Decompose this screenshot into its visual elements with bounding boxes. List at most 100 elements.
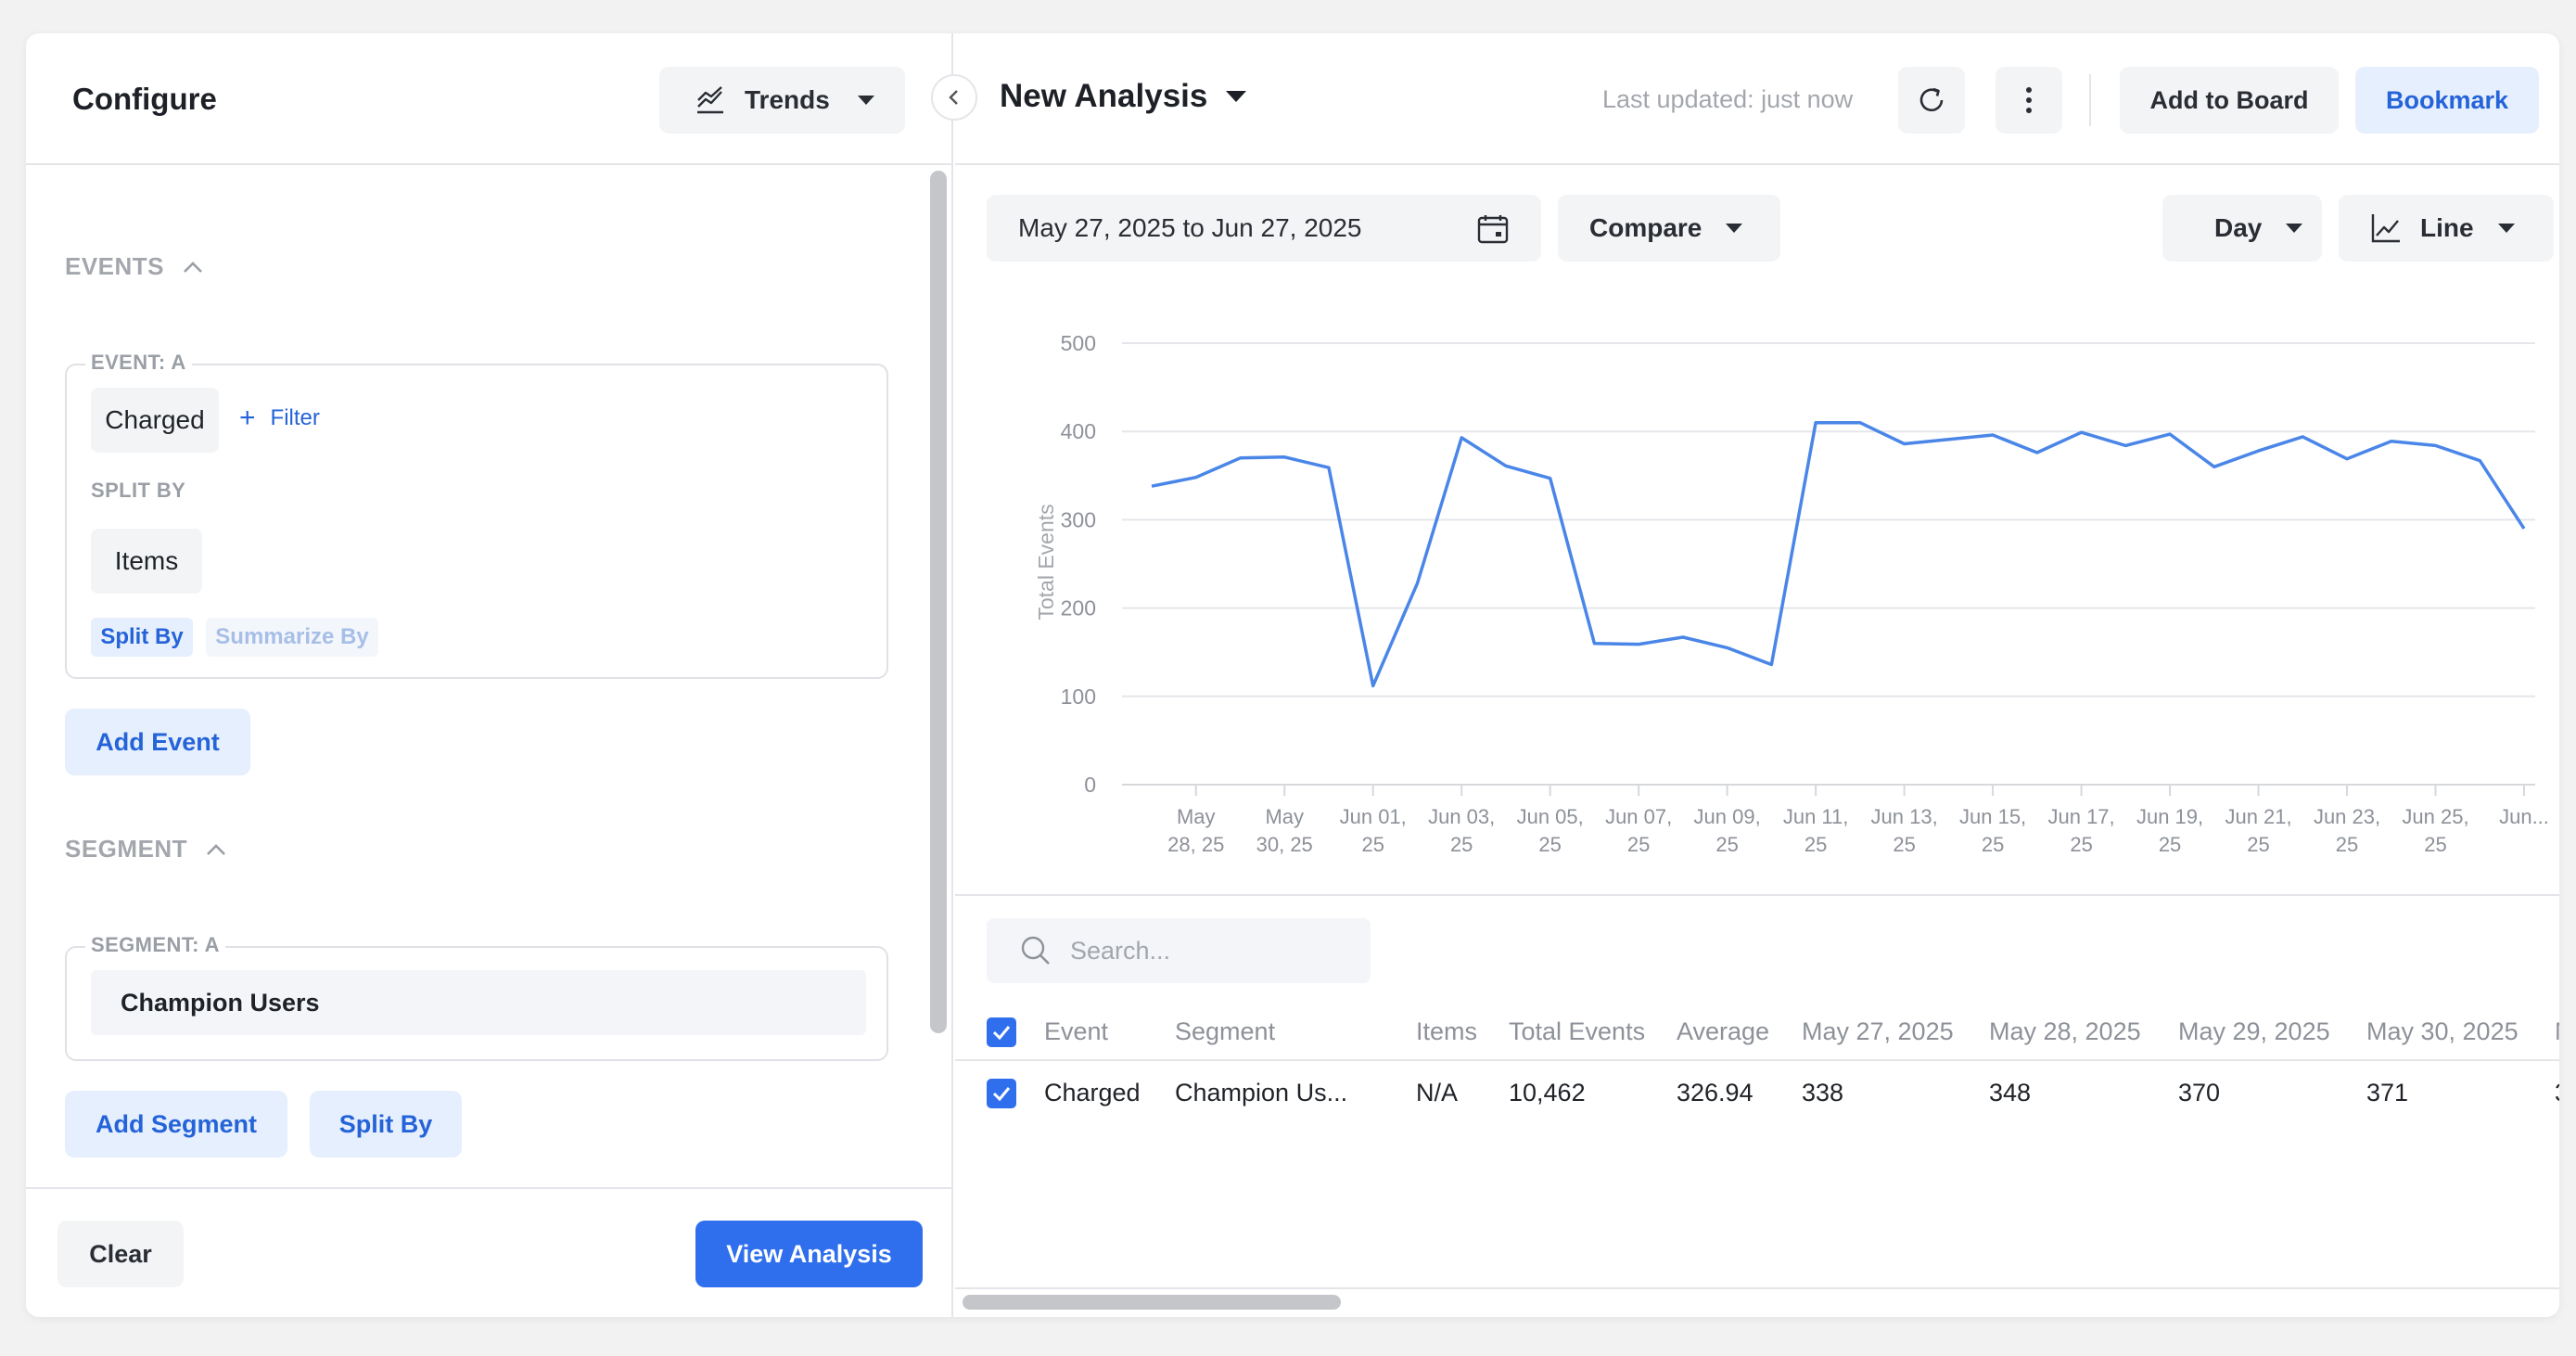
header-date-5[interactable]: Ma [2555, 1002, 2559, 1061]
data-point[interactable] [2209, 461, 2220, 472]
add-filter-link[interactable]: + Filter [239, 403, 320, 434]
view-type-dropdown[interactable]: Trends [659, 67, 905, 134]
cell-average: 326.94 [1677, 1078, 1753, 1107]
data-point[interactable] [1766, 659, 1777, 671]
data-point[interactable] [1411, 578, 1422, 589]
granularity-dropdown[interactable]: Day [2162, 195, 2322, 262]
data-point[interactable] [2253, 445, 2264, 456]
check-icon [992, 1026, 1011, 1041]
add-segment-button[interactable]: Add Segment [65, 1091, 287, 1158]
data-point[interactable] [1810, 417, 1821, 429]
y-tick-label: 0 [1084, 773, 1096, 797]
header-items[interactable]: Items [1416, 1002, 1477, 1061]
segment-section-toggle[interactable]: SEGMENT [65, 835, 226, 863]
data-point[interactable] [2032, 447, 2043, 458]
cell-date-5: 35 [2555, 1063, 2559, 1122]
configure-scrollbar[interactable] [930, 171, 947, 1033]
table-header-row: Event Segment Items Total Events Average… [955, 1002, 2559, 1061]
configure-header: Configure Trends [26, 33, 953, 165]
event-chip[interactable]: Charged [91, 388, 219, 453]
data-point[interactable] [1899, 439, 1910, 450]
event-card-legend: EVENT: A [85, 351, 192, 375]
data-point[interactable] [2297, 431, 2308, 442]
data-point[interactable] [1588, 638, 1600, 649]
header-average[interactable]: Average [1677, 1002, 1769, 1061]
granularity-label: Day [2214, 213, 2263, 242]
refresh-button[interactable] [1898, 67, 1965, 134]
table-row: Charged Champion Us... N/A 10,462 326.94… [955, 1063, 2559, 1122]
header-date-3[interactable]: May 29, 2025 [2178, 1002, 2330, 1061]
x-tick-label: Jun 01, 25 [1340, 805, 1407, 856]
chevron-up-icon [207, 843, 225, 855]
table-horizontal-scrollbar[interactable] [963, 1295, 1341, 1310]
chart-type-dropdown[interactable]: Line [2339, 195, 2554, 262]
events-section-toggle[interactable]: EVENTS [65, 252, 203, 281]
header-date-1[interactable]: May 27, 2025 [1802, 1002, 1954, 1061]
x-tick-label: Jun 09, 25 [1694, 805, 1761, 856]
view-analysis-button[interactable]: View Analysis [695, 1221, 923, 1287]
search-icon [1021, 936, 1050, 965]
data-point[interactable] [1368, 680, 1379, 691]
data-point[interactable] [2120, 440, 2131, 451]
more-options-button[interactable] [1996, 67, 2062, 134]
bookmark-button[interactable]: Bookmark [2355, 67, 2539, 134]
series-line [1151, 420, 2526, 688]
data-point[interactable] [1456, 432, 1467, 443]
table-scroll-track [955, 1287, 2559, 1289]
data-point[interactable] [1943, 434, 1954, 445]
analysis-title: New Analysis [1000, 78, 1208, 114]
clear-button[interactable]: Clear [57, 1221, 184, 1287]
data-point[interactable] [2474, 455, 2485, 467]
data-point[interactable] [1633, 639, 1644, 650]
chevron-down-icon [1226, 91, 1247, 102]
header-date-2[interactable]: May 28, 2025 [1989, 1002, 2141, 1061]
tab-split-by[interactable]: Split By [91, 618, 193, 657]
data-point[interactable] [2430, 440, 2442, 451]
cell-total-events: 10,462 [1509, 1078, 1586, 1107]
segment-selector[interactable]: Champion Users [91, 970, 866, 1035]
data-point[interactable] [2164, 429, 2175, 440]
header-date-4[interactable]: May 30, 2025 [2366, 1002, 2519, 1061]
chart-table-divider [955, 894, 2559, 896]
configure-footer: Clear View Analysis [26, 1187, 953, 1317]
date-range-picker[interactable]: May 27, 2025 to Jun 27, 2025 [987, 195, 1541, 262]
table-search[interactable]: Search... [987, 918, 1371, 983]
analysis-title-dropdown[interactable]: New Analysis [1000, 78, 1247, 115]
header-event[interactable]: Event [1044, 1002, 1108, 1061]
y-axis-label: Total Events [1034, 504, 1058, 620]
x-tick-label: Jun 21, 25 [2225, 805, 2291, 856]
add-to-board-button[interactable]: Add to Board [2120, 67, 2339, 134]
data-point[interactable] [1677, 632, 1689, 643]
chevron-down-icon [1726, 224, 1743, 233]
split-item-chip[interactable]: Items [91, 529, 202, 594]
data-point[interactable] [2341, 454, 2353, 465]
select-all-checkbox[interactable] [987, 1017, 1016, 1047]
header-total-events[interactable]: Total Events [1509, 1002, 1645, 1061]
y-tick-label: 500 [1061, 331, 1096, 355]
x-tick-label: Jun 07, 25 [1605, 805, 1672, 856]
data-point[interactable] [1279, 452, 1290, 463]
data-point[interactable] [2386, 436, 2397, 447]
tab-summarize-by[interactable]: Summarize By [206, 618, 378, 657]
data-point[interactable] [1500, 460, 1511, 471]
header-segment[interactable]: Segment [1175, 1002, 1275, 1061]
trend-chart: 0 100 200 300 400 500 May 28, 25 May 30, 25 Jun 0… [955, 284, 2559, 896]
row-checkbox[interactable] [987, 1079, 1016, 1108]
data-point[interactable] [1191, 472, 1202, 483]
data-point[interactable] [1323, 462, 1334, 473]
data-point[interactable] [1855, 417, 1866, 429]
trends-icon [697, 86, 723, 114]
compare-dropdown[interactable]: Compare [1558, 195, 1780, 262]
data-point[interactable] [2519, 523, 2530, 534]
data-point[interactable] [1234, 453, 1245, 464]
data-point[interactable] [1722, 642, 1733, 653]
data-point[interactable] [1987, 429, 1998, 441]
y-tick-label: 100 [1061, 684, 1096, 709]
data-point[interactable] [2076, 427, 2087, 438]
data-point[interactable] [1545, 473, 1556, 484]
add-event-button[interactable]: Add Event [65, 709, 250, 775]
segment-split-by-button[interactable]: Split By [310, 1091, 462, 1158]
collapse-panel-button[interactable] [931, 74, 977, 121]
cell-event: Charged [1044, 1078, 1141, 1107]
data-point[interactable] [1146, 480, 1157, 492]
